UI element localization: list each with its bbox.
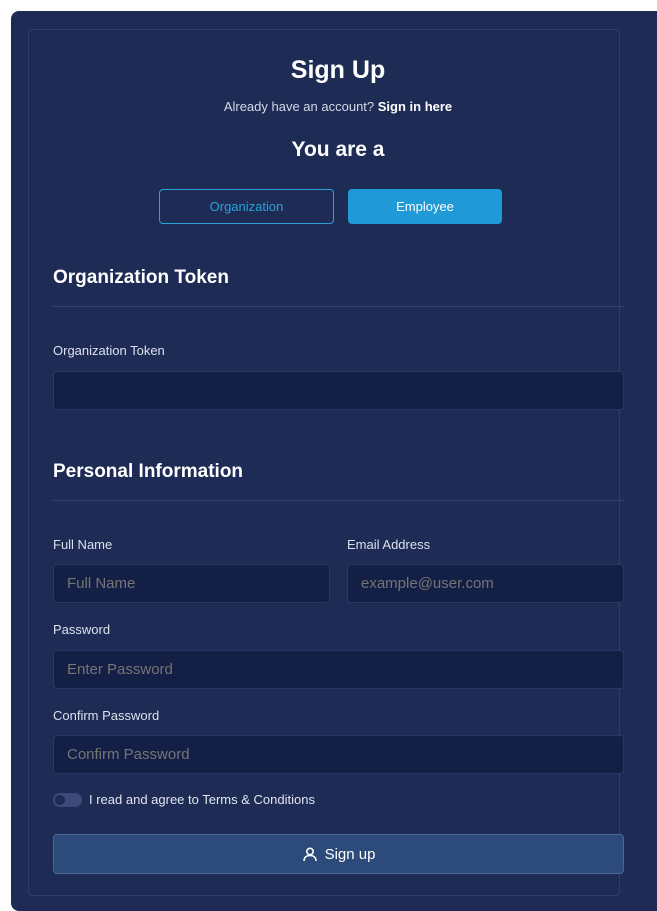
signup-button-label: Sign up <box>324 845 376 863</box>
confirm-password-input[interactable] <box>53 735 624 774</box>
full-name-input[interactable] <box>53 564 330 603</box>
employee-role-button[interactable]: Employee <box>348 189 502 224</box>
password-label: Password <box>53 622 111 637</box>
organization-token-section-title: Organization Token <box>53 267 229 288</box>
full-name-label: Full Name <box>53 537 113 552</box>
signin-link[interactable]: Sign in here <box>378 99 452 114</box>
email-address-label: Email Address <box>347 537 431 552</box>
organization-token-input[interactable] <box>53 371 624 410</box>
email-address-input[interactable] <box>347 564 624 603</box>
signin-prompt-line: Already have an account? Sign in here <box>0 99 657 114</box>
signin-prompt-text: Already have an account? <box>223 99 375 114</box>
page-title: Sign Up <box>290 56 386 84</box>
section-divider <box>53 500 624 501</box>
personal-information-section-title: Personal Information <box>53 461 244 482</box>
organization-role-button[interactable]: Organization <box>159 189 334 224</box>
terms-row: I read and agree to Terms & Conditions <box>53 792 315 807</box>
section-divider <box>53 306 624 307</box>
terms-toggle[interactable] <box>53 792 82 807</box>
role-heading: You are a <box>291 138 385 161</box>
confirm-password-label: Confirm Password <box>53 708 160 723</box>
signup-button[interactable]: Sign up <box>53 834 624 874</box>
organization-token-label: Organization Token <box>53 343 165 358</box>
password-input[interactable] <box>53 650 624 689</box>
user-icon <box>302 847 317 862</box>
terms-label: I read and agree to Terms & Conditions <box>89 792 315 807</box>
toggle-knob <box>55 794 65 805</box>
